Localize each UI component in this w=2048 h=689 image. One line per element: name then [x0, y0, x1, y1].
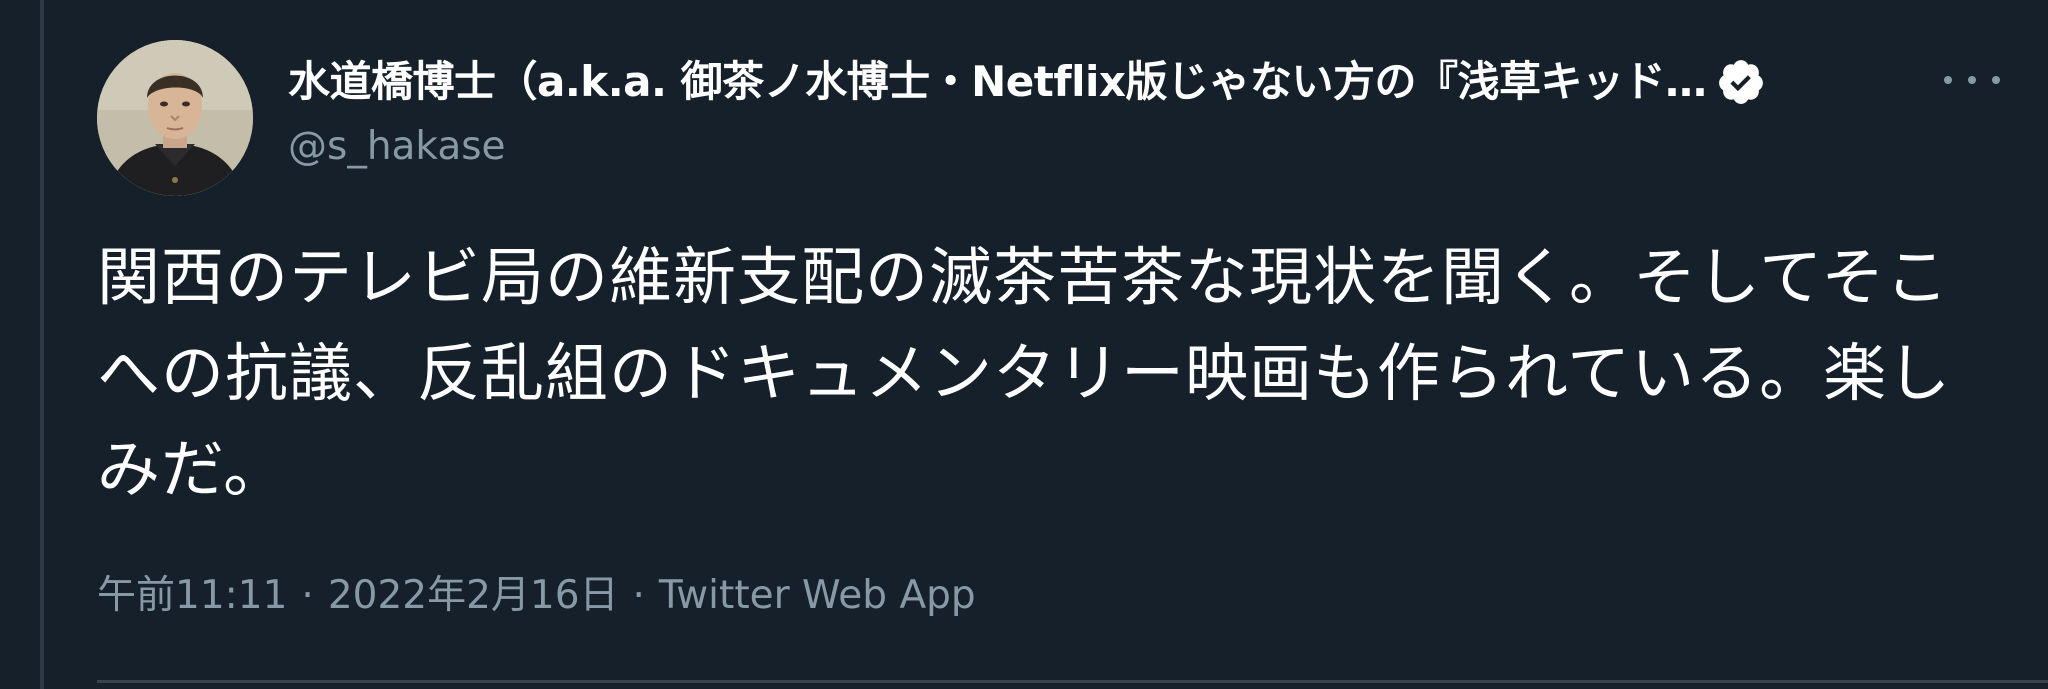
- meta-separator: ·: [301, 573, 314, 618]
- more-dot: [1944, 76, 1952, 84]
- tweet-card: 水道橋博士（a.k.a. 御茶ノ水博士・Netflix版じゃない方の『浅草キッド…: [0, 0, 2048, 689]
- more-options-icon[interactable]: [1944, 60, 2000, 100]
- tweet-source: Twitter Web App: [658, 573, 976, 618]
- meta-separator: ·: [632, 573, 645, 618]
- thread-line: [40, 0, 44, 689]
- tweet-time[interactable]: 午前11:11: [97, 566, 287, 626]
- author-handle[interactable]: @s_hakase: [288, 120, 1888, 174]
- tweet-metadata: 午前11:11 · 2022年2月16日 · Twitter Web App: [97, 566, 976, 626]
- author-display-name[interactable]: 水道橋博士（a.k.a. 御茶ノ水博士・Netflix版じゃない方の『浅草キッド…: [288, 46, 1706, 118]
- divider: [97, 680, 2048, 683]
- more-dot: [1968, 76, 1976, 84]
- tweet-text: 関西のテレビ局の維新支配の滅茶苦茶な現状を聞く。そしてそこへの抗議、反乱組のドキ…: [97, 241, 1952, 506]
- verified-badge-icon: [1719, 60, 1764, 104]
- author-name-row: 水道橋博士（a.k.a. 御茶ノ水博士・Netflix版じゃない方の『浅草キッド…: [288, 46, 1888, 118]
- tweet-date[interactable]: 2022年2月16日: [328, 566, 619, 626]
- avatar[interactable]: [97, 40, 253, 196]
- tweet-header: 水道橋博士（a.k.a. 御茶ノ水博士・Netflix版じゃない方の『浅草キッド…: [288, 46, 1888, 174]
- avatar-photo: [97, 40, 253, 196]
- more-dot: [1992, 76, 2000, 84]
